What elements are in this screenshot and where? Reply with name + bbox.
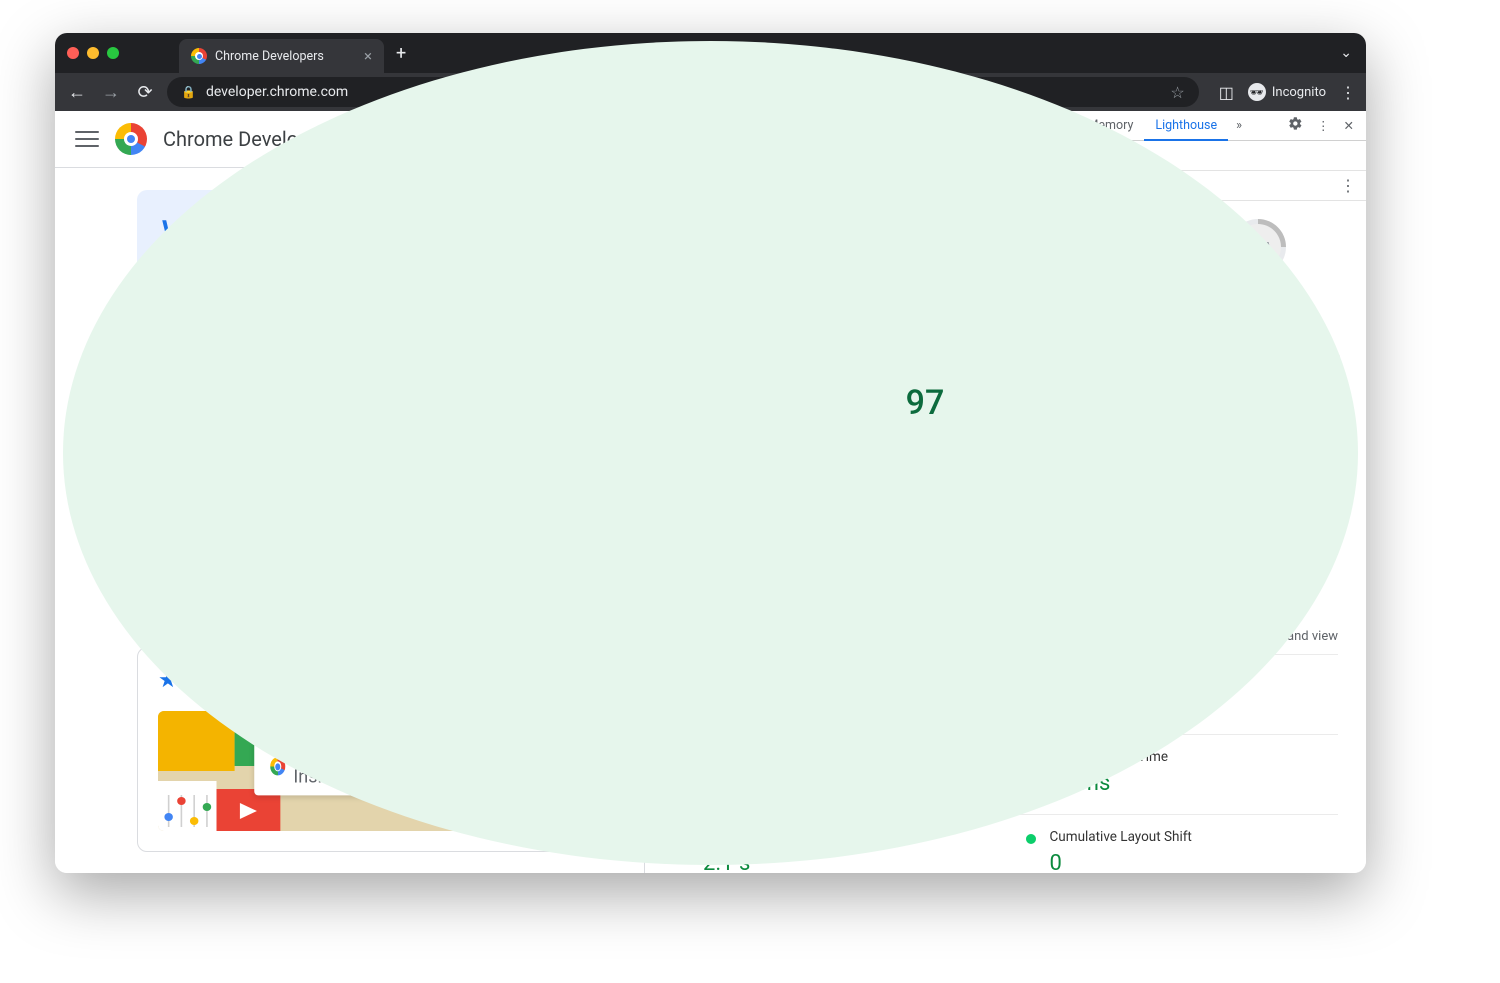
viewport: Chrome Developers Welcome! This is Chrom…: [55, 111, 1366, 873]
new-tab-button[interactable]: +: [384, 43, 418, 64]
back-button[interactable]: ←: [65, 82, 89, 103]
window-controls: [67, 47, 119, 59]
devtools-close-icon[interactable]: ✕: [1340, 118, 1358, 134]
minimize-window-button[interactable]: [87, 47, 99, 59]
performance-section: 97 Performance Values are estimated and …: [649, 328, 1362, 613]
chrome-favicon-icon: [191, 48, 207, 64]
close-window-button[interactable]: [67, 47, 79, 59]
menu-icon[interactable]: [75, 127, 99, 151]
lighthouse-report: 97Performance100Accessibility100BestPrac…: [645, 201, 1366, 873]
incognito-icon: 🕶: [1248, 83, 1266, 101]
browser-window: Chrome Developers × + ⌄ ← → ⟳ 🔒 develope…: [55, 33, 1366, 873]
chrome-logo-icon: [115, 123, 147, 155]
tab-title: Chrome Developers: [215, 49, 324, 64]
browser-tab[interactable]: Chrome Developers ×: [179, 39, 384, 73]
maximize-window-button[interactable]: [107, 47, 119, 59]
reload-button[interactable]: ⟳: [133, 82, 157, 103]
tabs-overflow-icon[interactable]: ⌄: [1340, 45, 1352, 61]
metric-cumulative-layout-shift: Cumulative Layout Shift0: [1020, 814, 1339, 873]
settings-gear-icon[interactable]: [1284, 116, 1307, 135]
pass-icon: [1026, 834, 1036, 844]
close-tab-icon[interactable]: ×: [364, 47, 372, 65]
toolbar-right: ◫ 🕶 Incognito ⋮: [1219, 83, 1356, 102]
tab-lighthouse[interactable]: Lighthouse: [1144, 112, 1228, 141]
browser-menu-icon[interactable]: ⋮: [1340, 83, 1356, 102]
incognito-indicator[interactable]: 🕶 Incognito: [1248, 83, 1326, 101]
lock-icon: 🔒: [181, 85, 196, 99]
side-panel-icon[interactable]: ◫: [1219, 83, 1234, 102]
devtools-panel: Elements Console Sources Network Perform…: [645, 111, 1366, 873]
url-text: developer.chrome.com: [206, 84, 348, 100]
devtools-menu-icon[interactable]: ⋮: [1313, 118, 1334, 134]
bookmark-star-icon[interactable]: ☆: [1170, 83, 1184, 102]
forward-button[interactable]: →: [99, 82, 123, 103]
performance-big-gauge: 97: [875, 353, 975, 453]
report-menu-icon[interactable]: ⋮: [1340, 176, 1356, 195]
more-tabs-icon[interactable]: »: [1228, 118, 1250, 133]
